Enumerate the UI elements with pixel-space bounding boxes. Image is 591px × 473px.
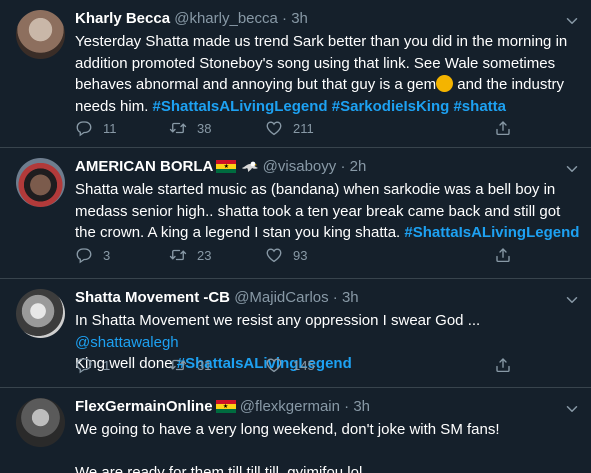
chevron-down-icon[interactable] [563,12,581,30]
tweet-text-part: In Shatta Movement we resist any oppress… [75,312,481,329]
timestamp[interactable]: 3h [353,398,370,415]
hashtag-link[interactable]: #SarkodieIsKing [332,98,450,115]
tweet-text-line: We going to have a very long weekend, do… [75,421,500,438]
tweet-feed: Kharly Becca @kharly_becca · 3h Yesterda… [0,0,591,473]
separator: · [332,289,338,306]
avatar[interactable] [16,289,65,338]
tweet-actions: 3 23 93 [75,246,522,264]
reply-count: 3 [103,247,111,263]
avatar[interactable] [16,398,65,447]
retweet-count: 23 [197,247,212,263]
tweet-header: Shatta Movement -CB @MajidCarlos · 3h [75,288,551,308]
like-count: 93 [293,247,308,263]
share-button[interactable] [494,119,522,137]
mention-link[interactable]: @shattawalegh [75,334,179,351]
display-name[interactable]: AMERICAN BORLA [75,158,213,175]
reply-button[interactable]: 1 [75,356,169,374]
ghana-flag-icon: ★ [216,160,237,173]
tweet[interactable]: FlexGermainOnline ★ @flexkgermain · 3h We… [0,388,591,473]
hashtag-link[interactable]: #ShattaIsALivingLegend [153,98,328,115]
display-name[interactable]: Shatta Movement -CB [75,289,230,306]
reply-icon [75,356,93,374]
share-button[interactable] [494,246,522,264]
reply-button[interactable]: 11 [75,119,169,137]
timestamp[interactable]: 3h [291,10,308,27]
timestamp[interactable]: 3h [342,289,359,306]
smiling-emoji-icon [436,75,454,92]
like-icon [265,119,283,137]
tweet-text: We going to have a very long weekend, do… [75,419,581,473]
handle[interactable]: @MajidCarlos [234,289,328,306]
share-icon [494,246,512,264]
tweet[interactable]: Shatta Movement -CB @MajidCarlos · 3h In… [0,279,591,388]
reply-count: 1 [103,357,111,373]
like-icon [265,356,283,374]
tweet-header: Kharly Becca @kharly_becca · 3h [75,9,551,29]
tweet-text: Yesterday Shatta made us trend Sark bett… [75,31,581,117]
handle[interactable]: @flexkgermain [240,398,340,415]
reply-icon [75,119,93,137]
share-button[interactable] [494,356,522,374]
separator: · [282,10,288,27]
like-button[interactable]: 145 [265,356,494,374]
display-name[interactable]: FlexGermainOnline [75,398,213,415]
retweet-button[interactable]: 31 [169,356,265,374]
retweet-icon [169,246,187,264]
like-count: 145 [293,357,315,373]
tweet-actions: 11 38 211 [75,119,522,137]
like-icon [265,246,283,264]
avatar[interactable] [16,10,65,59]
timestamp[interactable]: 2h [350,158,367,175]
eagle-emoji-icon [241,159,259,173]
tweet[interactable]: Kharly Becca @kharly_becca · 3h Yesterda… [0,0,591,148]
reply-icon [75,246,93,264]
share-icon [494,356,512,374]
reply-button[interactable]: 3 [75,246,169,264]
separator: · [340,158,346,175]
tweet-header: FlexGermainOnline ★ @flexkgermain · 3h [75,397,551,417]
retweet-icon [169,356,187,374]
separator: · [344,398,350,415]
tweet-actions: 1 31 145 [75,356,522,374]
hashtag-link[interactable]: #ShattaIsALivingLegend [404,224,579,241]
tweet-text: Shatta wale started music as (bandana) w… [75,179,581,244]
tweet-text-line: We are ready for them till till till..gy… [75,464,363,473]
share-icon [494,119,512,137]
handle[interactable]: @kharly_becca [174,10,278,27]
ghana-flag-icon: ★ [215,400,236,413]
like-button[interactable]: 211 [265,119,494,137]
tweet[interactable]: AMERICAN BORLA ★ @visaboyy · 2h Shatta wa… [0,148,591,279]
like-count: 211 [293,120,314,136]
avatar[interactable] [16,158,65,207]
chevron-down-icon[interactable] [563,160,581,178]
retweet-button[interactable]: 23 [169,246,265,264]
chevron-down-icon[interactable] [563,400,581,418]
chevron-down-icon[interactable] [563,291,581,309]
display-name[interactable]: Kharly Becca [75,10,170,27]
hashtag-link[interactable]: #shatta [453,98,506,115]
retweet-count: 38 [197,120,212,136]
retweet-button[interactable]: 38 [169,119,265,137]
tweet-header: AMERICAN BORLA ★ @visaboyy · 2h [75,157,551,177]
reply-count: 11 [103,120,117,136]
like-button[interactable]: 93 [265,246,494,264]
retweet-icon [169,119,187,137]
retweet-count: 31 [197,357,212,373]
handle[interactable]: @visaboyy [263,158,337,175]
